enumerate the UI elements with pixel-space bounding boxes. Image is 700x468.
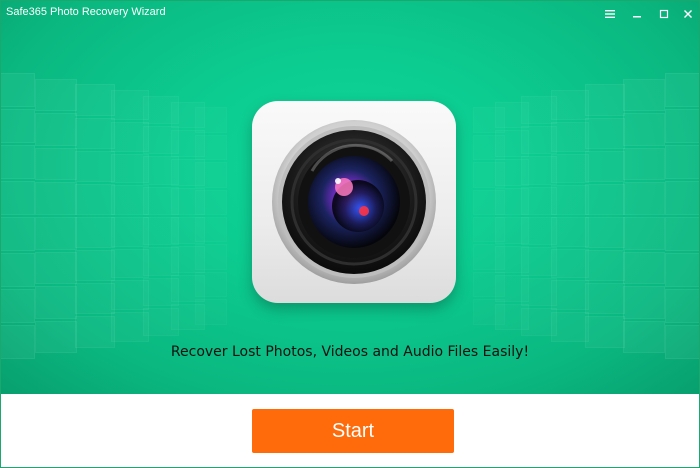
photo-tile — [195, 217, 227, 242]
photo-tile — [665, 181, 699, 215]
photo-tile — [75, 217, 115, 249]
photo-tile — [585, 217, 625, 249]
photo-tile — [585, 84, 625, 116]
photo-tile — [473, 135, 505, 160]
photo-tile — [585, 183, 625, 215]
title-bar[interactable]: Safe365 Photo Recovery Wizard — [1, 1, 699, 27]
photo-tile — [35, 286, 77, 319]
photo-tile — [1, 145, 35, 179]
photo-tile — [75, 183, 115, 215]
menu-icon[interactable] — [601, 5, 619, 23]
photo-tile — [665, 145, 699, 179]
photo-tile — [623, 113, 665, 146]
photo-tile — [585, 150, 625, 182]
photo-tile — [75, 84, 115, 116]
photo-tile — [585, 117, 625, 149]
footer: Start — [1, 394, 699, 467]
minimize-icon[interactable] — [628, 5, 646, 23]
photo-tile — [665, 253, 699, 287]
photo-tile — [195, 299, 227, 324]
photo-tile — [35, 147, 77, 181]
photo-tile — [35, 217, 77, 250]
photo-tile — [35, 251, 77, 285]
photo-tile — [473, 217, 505, 242]
photo-tile — [665, 73, 699, 107]
photo-tile — [665, 217, 699, 251]
photo-tile — [35, 113, 77, 146]
photo-tile — [473, 107, 505, 132]
photo-tile — [195, 107, 227, 132]
photo-tile — [623, 147, 665, 181]
photo-tile — [623, 251, 665, 285]
photo-tile — [75, 250, 115, 282]
photo-tile — [1, 253, 35, 287]
photo-tile — [75, 150, 115, 182]
photo-tile — [473, 272, 505, 297]
photo-tile — [1, 289, 35, 323]
start-button[interactable]: Start — [252, 409, 454, 453]
tagline: Recover Lost Photos, Videos and Audio Fi… — [170, 344, 530, 360]
photo-tile — [75, 316, 115, 348]
photo-tile — [195, 135, 227, 160]
photo-tile — [623, 78, 665, 112]
photo-tile — [585, 316, 625, 348]
window-title: Safe365 Photo Recovery Wizard — [6, 6, 166, 18]
photo-tile — [473, 190, 505, 215]
camera-lens-icon — [252, 101, 456, 303]
app-window: Safe365 Photo Recovery Wizard Recover Lo… — [0, 0, 700, 468]
photo-tile — [665, 109, 699, 143]
photo-tile — [35, 182, 77, 215]
photo-tile — [665, 289, 699, 323]
photo-tile — [1, 73, 35, 107]
hero-banner: Safe365 Photo Recovery Wizard Recover Lo… — [1, 1, 699, 394]
close-icon[interactable] — [679, 5, 697, 23]
photo-tile — [473, 244, 505, 269]
photo-tile — [623, 182, 665, 215]
photo-tile — [1, 217, 35, 251]
photo-tile — [1, 109, 35, 143]
photo-wall-left — [1, 63, 291, 373]
photo-tile — [195, 244, 227, 269]
photo-tile — [1, 181, 35, 215]
photo-tile — [585, 283, 625, 315]
photo-tile — [473, 299, 505, 324]
photo-tile — [75, 117, 115, 149]
photo-tile — [195, 190, 227, 215]
photo-tile — [195, 272, 227, 297]
photo-tile — [35, 78, 77, 112]
photo-tile — [473, 162, 505, 187]
photo-tile — [623, 286, 665, 319]
photo-tile — [195, 162, 227, 187]
maximize-icon[interactable] — [655, 5, 673, 23]
photo-tile — [623, 217, 665, 250]
photo-tile — [585, 250, 625, 282]
photo-tile — [75, 283, 115, 315]
